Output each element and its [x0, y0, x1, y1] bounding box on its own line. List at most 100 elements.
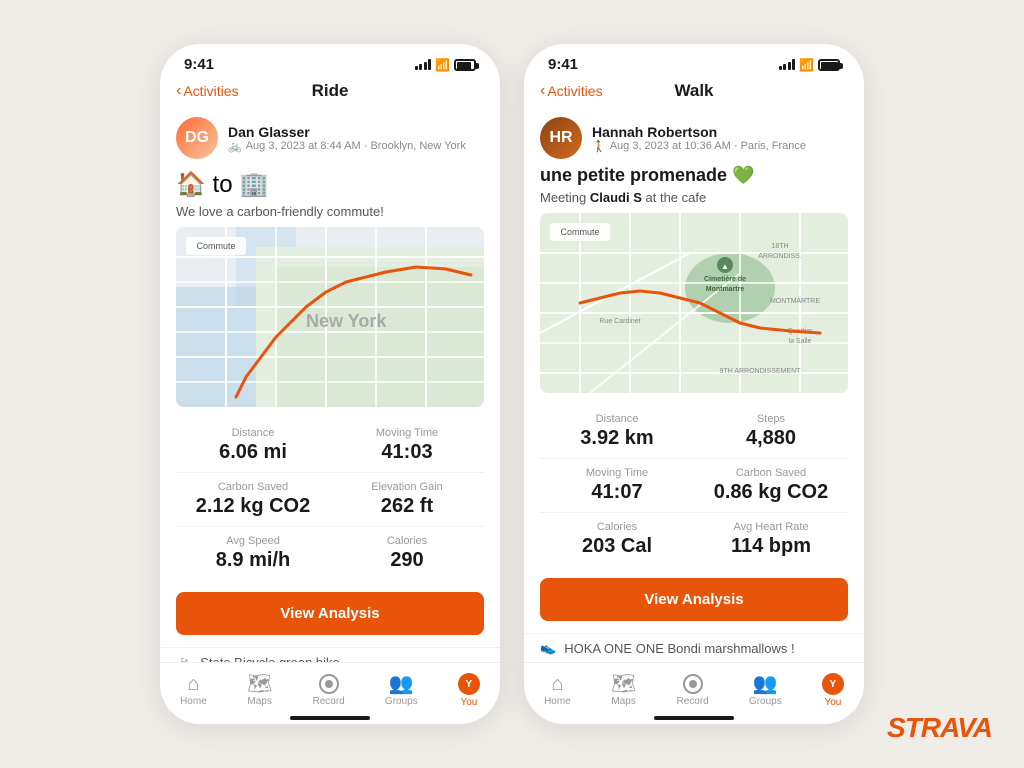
stat-steps-2: Steps 4,880 — [694, 405, 848, 459]
gear-label-2: HOKA ONE ONE Bondi marshmallows ! — [564, 641, 794, 656]
status-time-2: 9:41 — [548, 56, 578, 73]
stat-carbon-2: Carbon Saved 0.86 kg CO2 — [694, 459, 848, 513]
maps-icon-2: 🗺 — [611, 674, 636, 694]
user-info-1: DG Dan Glasser 🚲 Aug 3, 2023 at 8:44 AM … — [160, 109, 500, 165]
map-svg-2: Cimetière de Montmartre 18TH ARRONDISS. … — [540, 213, 848, 393]
view-analysis-button-1[interactable]: View Analysis — [176, 592, 484, 635]
nav-title-2: Walk — [674, 81, 713, 101]
back-button-2[interactable]: ‹ Activities — [540, 82, 603, 100]
gear-label-1: State Bicycle green bike — [200, 655, 339, 662]
avatar-1: DG — [176, 117, 218, 159]
nav-you-label-2: You — [824, 697, 841, 708]
status-bar-2: 9:41 📶 — [524, 44, 864, 77]
avatar-initials-1: DG — [185, 129, 209, 147]
user-details-2: Hannah Robertson 🚶 Aug 3, 2023 at 10:36 … — [592, 124, 806, 153]
stat-calories-2: Calories 203 Cal — [540, 513, 694, 566]
strava-logo: STRAVA — [887, 712, 992, 744]
svg-text:Rue Cardinet: Rue Cardinet — [599, 318, 640, 325]
nav-you-1[interactable]: Y You — [450, 671, 488, 710]
back-chevron-icon-1: ‹ — [176, 82, 181, 100]
nav-you-label-1: You — [460, 697, 477, 708]
user-meta-text-1: Aug 3, 2023 at 8:44 AM · Brooklyn, New Y… — [246, 140, 466, 152]
avatar-2: HR — [540, 117, 582, 159]
stats-grid-2: Distance 3.92 km Steps 4,880 Moving Time… — [524, 405, 864, 566]
nav-home-1[interactable]: ⌂ Home — [172, 672, 215, 709]
nav-you-2[interactable]: Y You — [814, 671, 852, 710]
svg-text:▲: ▲ — [721, 262, 729, 271]
activity-subtitle-bold-2: Claudi S — [590, 190, 642, 205]
stats-grid-1: Distance 6.06 mi Moving Time 41:03 Carbo… — [160, 419, 500, 580]
back-button-1[interactable]: ‹ Activities — [176, 82, 239, 100]
nav-record-2[interactable]: Record — [669, 672, 717, 709]
activity-subtitle-2: Meeting Claudi S at the cafe — [524, 190, 864, 213]
nav-record-1[interactable]: Record — [305, 672, 353, 709]
battery-icon-1 — [454, 59, 476, 71]
groups-icon-2: 👥 — [753, 674, 778, 694]
view-analysis-button-2[interactable]: View Analysis — [540, 578, 848, 621]
record-icon-2 — [683, 674, 703, 694]
svg-text:Cimetière de: Cimetière de — [704, 276, 746, 283]
you-avatar-1: Y — [458, 673, 480, 695]
content-ride: DG Dan Glasser 🚲 Aug 3, 2023 at 8:44 AM … — [160, 109, 500, 662]
maps-icon-1: 🗺 — [247, 674, 272, 694]
route-display-1: 🏠 to 🏢 — [160, 165, 500, 204]
activity-title-2: une petite promenade 💚 — [524, 165, 864, 190]
nav-groups-2[interactable]: 👥 Groups — [741, 672, 790, 709]
nav-home-label-2: Home — [544, 696, 571, 707]
home-icon-2: ⌂ — [551, 674, 563, 694]
user-details-1: Dan Glasser 🚲 Aug 3, 2023 at 8:44 AM · B… — [228, 124, 466, 153]
svg-text:la Salle: la Salle — [789, 338, 812, 345]
nav-title-1: Ride — [312, 81, 349, 101]
you-avatar-2: Y — [822, 673, 844, 695]
gear-row-2: 👟 HOKA ONE ONE Bondi marshmallows ! — [524, 633, 864, 662]
stat-speed-1: Avg Speed 8.9 mi/h — [176, 527, 330, 580]
nav-record-label-2: Record — [677, 696, 709, 707]
user-meta-1: 🚲 Aug 3, 2023 at 8:44 AM · Brooklyn, New… — [228, 140, 466, 153]
home-indicator-2 — [654, 716, 734, 720]
svg-text:9TH ARRONDISSEMENT: 9TH ARRONDISSEMENT — [720, 368, 802, 375]
battery-icon-2 — [818, 59, 840, 71]
stat-moving-time-2: Moving Time 41:07 — [540, 459, 694, 513]
map-2: Cimetière de Montmartre 18TH ARRONDISS. … — [540, 213, 848, 393]
svg-text:ARRONDISS.: ARRONDISS. — [758, 253, 802, 260]
nav-maps-label-1: Maps — [247, 696, 271, 707]
avatar-initials-2: HR — [549, 129, 572, 147]
svg-text:MONTMARTRE: MONTMARTRE — [770, 298, 820, 305]
nav-maps-1[interactable]: 🗺 Maps — [239, 672, 280, 709]
svg-text:Montmartre: Montmartre — [706, 286, 745, 293]
back-label-2: Activities — [547, 83, 602, 99]
record-icon-1 — [319, 674, 339, 694]
user-meta-2: 🚶 Aug 3, 2023 at 10:36 AM · Paris, Franc… — [592, 140, 806, 153]
stat-moving-time-1: Moving Time 41:03 — [330, 419, 484, 473]
stat-distance-2: Distance 3.92 km — [540, 405, 694, 459]
phones-container: 9:41 📶 ‹ Activities Ride — [160, 44, 864, 724]
wifi-icon-1: 📶 — [435, 58, 450, 72]
svg-text:18TH: 18TH — [771, 243, 788, 250]
svg-text:Commute: Commute — [196, 241, 235, 251]
map-svg-1: New York Commute — [176, 227, 484, 407]
status-icons-1: 📶 — [415, 58, 476, 72]
phone-walk: 9:41 📶 ‹ Activities Walk — [524, 44, 864, 724]
user-meta-text-2: Aug 3, 2023 at 10:36 AM · Paris, France — [610, 140, 806, 152]
groups-icon-1: 👥 — [389, 674, 414, 694]
phone-ride: 9:41 📶 ‹ Activities Ride — [160, 44, 500, 724]
nav-home-label-1: Home — [180, 696, 207, 707]
status-bar-1: 9:41 📶 — [160, 44, 500, 77]
stat-distance-1: Distance 6.06 mi — [176, 419, 330, 473]
nav-groups-label-1: Groups — [385, 696, 418, 707]
user-name-2: Hannah Robertson — [592, 124, 806, 140]
nav-header-1: ‹ Activities Ride — [160, 77, 500, 109]
signal-icon-1 — [415, 59, 432, 70]
bottom-nav-1: ⌂ Home 🗺 Maps Record 👥 Groups Y You — [160, 662, 500, 714]
map-1: New York Commute — [176, 227, 484, 407]
back-chevron-icon-2: ‹ — [540, 82, 545, 100]
nav-groups-1[interactable]: 👥 Groups — [377, 672, 426, 709]
bike-gear-icon-1: 🚲 — [176, 654, 192, 662]
svg-text:Commute: Commute — [560, 227, 599, 237]
nav-maps-2[interactable]: 🗺 Maps — [603, 672, 644, 709]
nav-home-2[interactable]: ⌂ Home — [536, 672, 579, 709]
stat-calories-1: Calories 290 — [330, 527, 484, 580]
nav-record-label-1: Record — [313, 696, 345, 707]
walk-icon-2: 🚶 — [592, 140, 606, 153]
shoe-icon-2: 👟 — [540, 640, 556, 656]
